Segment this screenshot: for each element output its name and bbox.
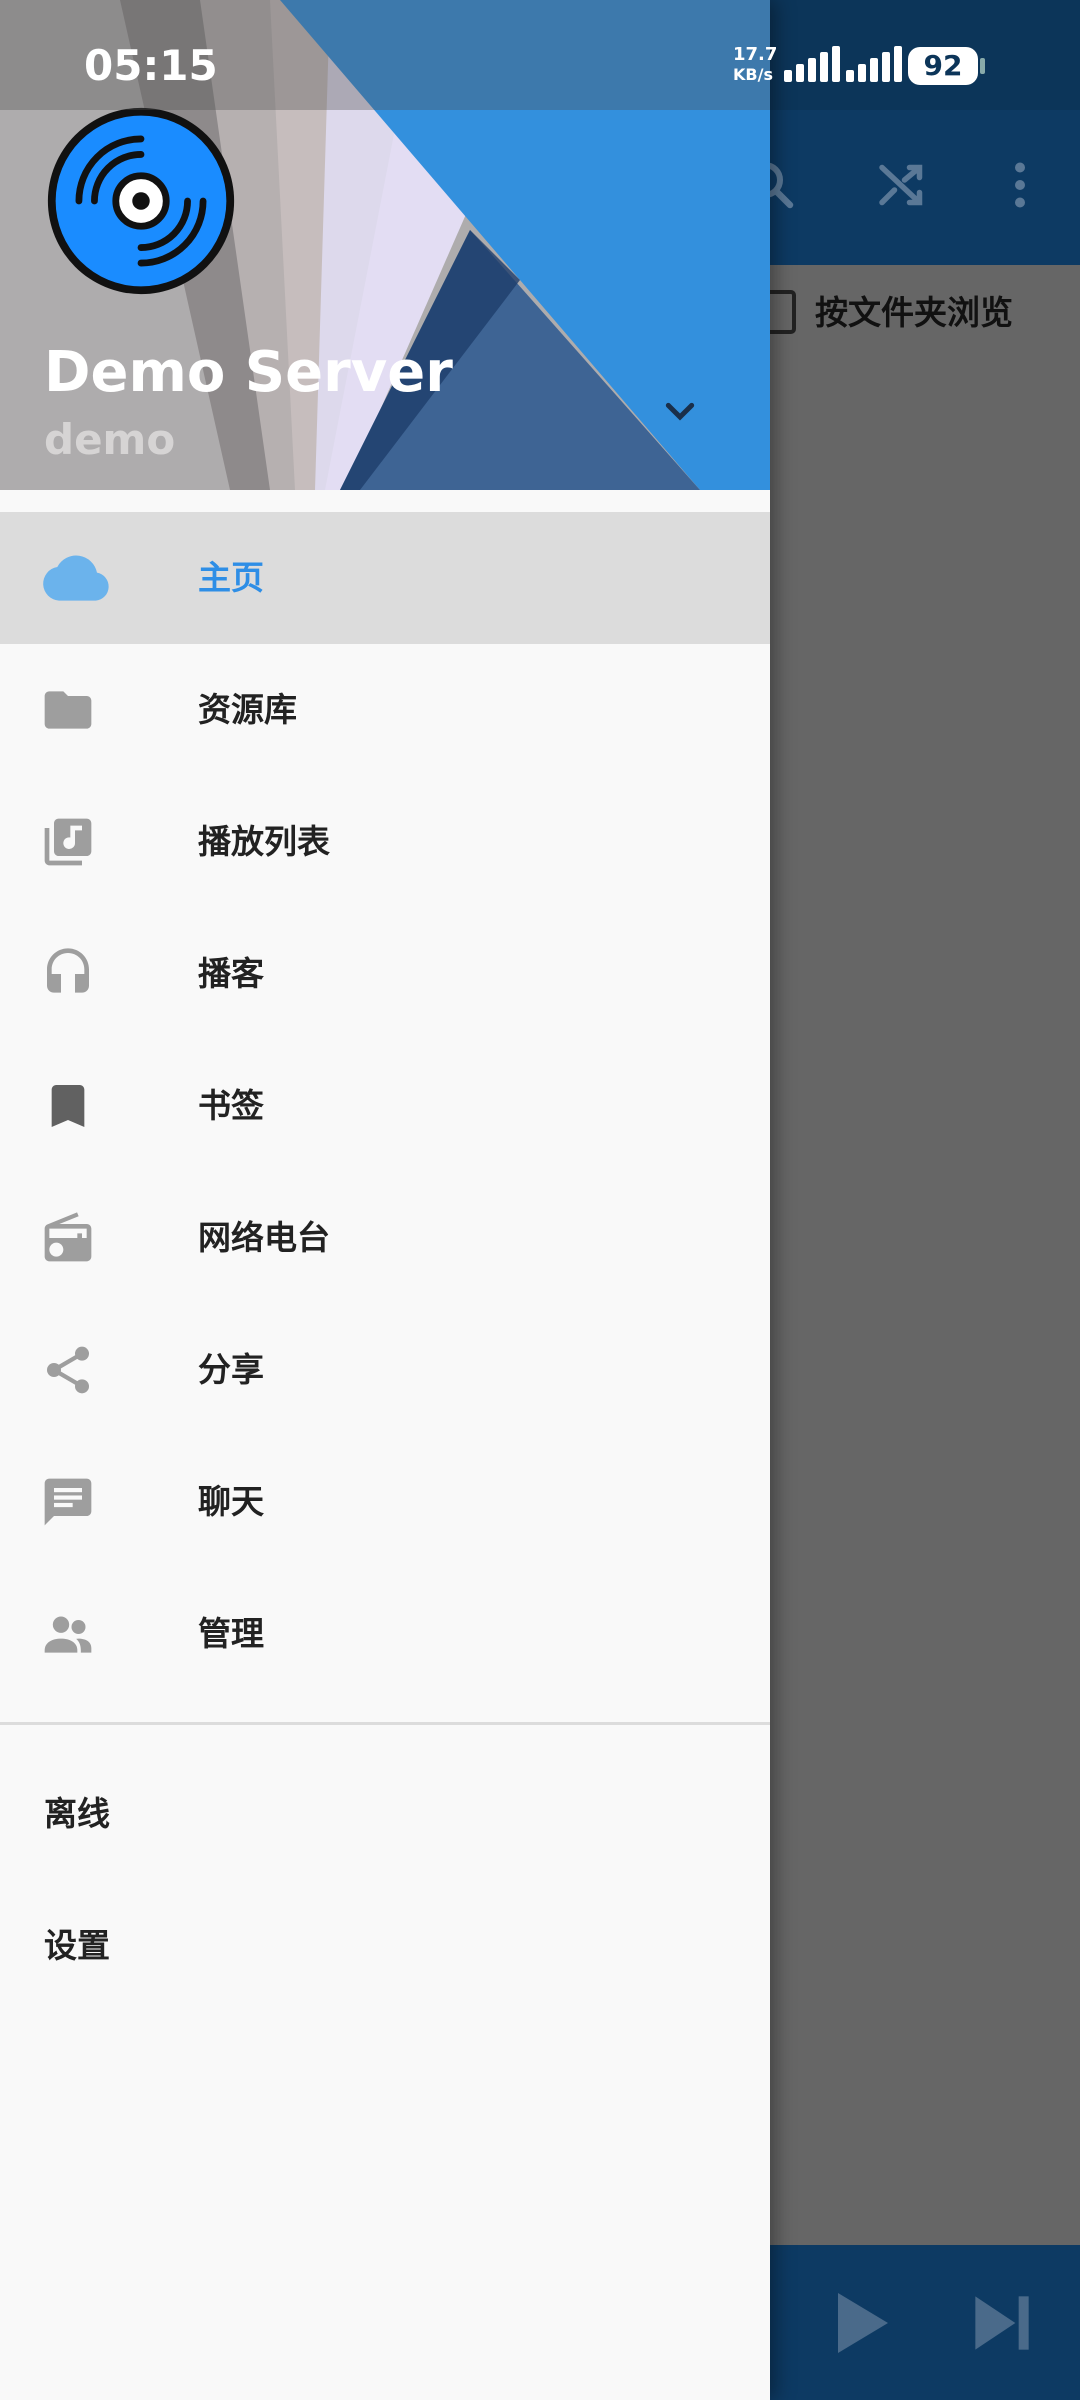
bookmark-icon: [51, 1085, 85, 1127]
menu-label: 设置: [44, 1926, 110, 1965]
skip-next-icon[interactable]: [962, 2283, 1042, 2363]
headphones-icon: [47, 948, 89, 993]
vinyl-disc-logo: [47, 107, 235, 295]
battery-tip: [980, 58, 985, 74]
people-icon: [44, 1616, 92, 1653]
menu-label: 网络电台: [198, 1218, 330, 1257]
net-speed-value: 17.7: [733, 44, 778, 65]
folder-icon: [44, 691, 92, 729]
share-icon: [47, 1346, 89, 1394]
navigation-drawer: Demo Server demo 主页 资源库 播放列表 播客 书签 网络电台 …: [0, 0, 770, 2400]
menu-label: 资源库: [198, 690, 297, 729]
signal-strength-2-icon: [846, 46, 902, 82]
status-bar: 05:15 17.7 KB/s 92: [0, 0, 1080, 110]
server-name: Demo Server: [44, 340, 453, 405]
menu-item-playlists[interactable]: 播放列表: [0, 776, 770, 908]
menu-item-share[interactable]: 分享: [0, 1304, 770, 1436]
play-icon[interactable]: [818, 2283, 898, 2363]
chat-icon: [44, 1478, 92, 1526]
menu-label: 管理: [198, 1614, 264, 1653]
shuffle-icon[interactable]: [872, 155, 932, 215]
menu-item-offline[interactable]: 离线: [0, 1748, 770, 1880]
menu-item-home[interactable]: 主页: [0, 512, 770, 644]
clock: 05:15: [84, 41, 218, 90]
playlist-icon: [44, 818, 92, 866]
menu-label: 播放列表: [198, 822, 330, 861]
menu-label: 播客: [198, 954, 264, 993]
menu-label: 聊天: [198, 1482, 264, 1521]
menu-item-radio[interactable]: 网络电台: [0, 1172, 770, 1304]
menu-label: 书签: [198, 1086, 264, 1125]
drawer-divider: [0, 1722, 770, 1725]
battery-indicator: 92: [908, 47, 978, 85]
account-dropdown-icon[interactable]: [660, 392, 700, 432]
battery-level: 92: [923, 49, 963, 82]
radio-icon: [44, 1212, 92, 1262]
folder-browse-label: 按文件夹浏览: [815, 293, 1013, 332]
username: demo: [44, 415, 176, 464]
menu-label: 分享: [198, 1350, 264, 1389]
menu-item-library[interactable]: 资源库: [0, 644, 770, 776]
net-speed-unit: KB/s: [733, 65, 773, 84]
more-vert-icon[interactable]: [990, 155, 1050, 215]
signal-strength-icon: [784, 46, 840, 82]
menu-item-bookmarks[interactable]: 书签: [0, 1040, 770, 1172]
menu-item-settings[interactable]: 设置: [0, 1880, 770, 2012]
menu-item-admin[interactable]: 管理: [0, 1568, 770, 1700]
menu-label: 离线: [44, 1794, 110, 1833]
menu-item-chat[interactable]: 聊天: [0, 1436, 770, 1568]
cloud-icon: [43, 555, 109, 601]
menu-item-podcasts[interactable]: 播客: [0, 908, 770, 1040]
menu-label: 主页: [198, 558, 264, 597]
